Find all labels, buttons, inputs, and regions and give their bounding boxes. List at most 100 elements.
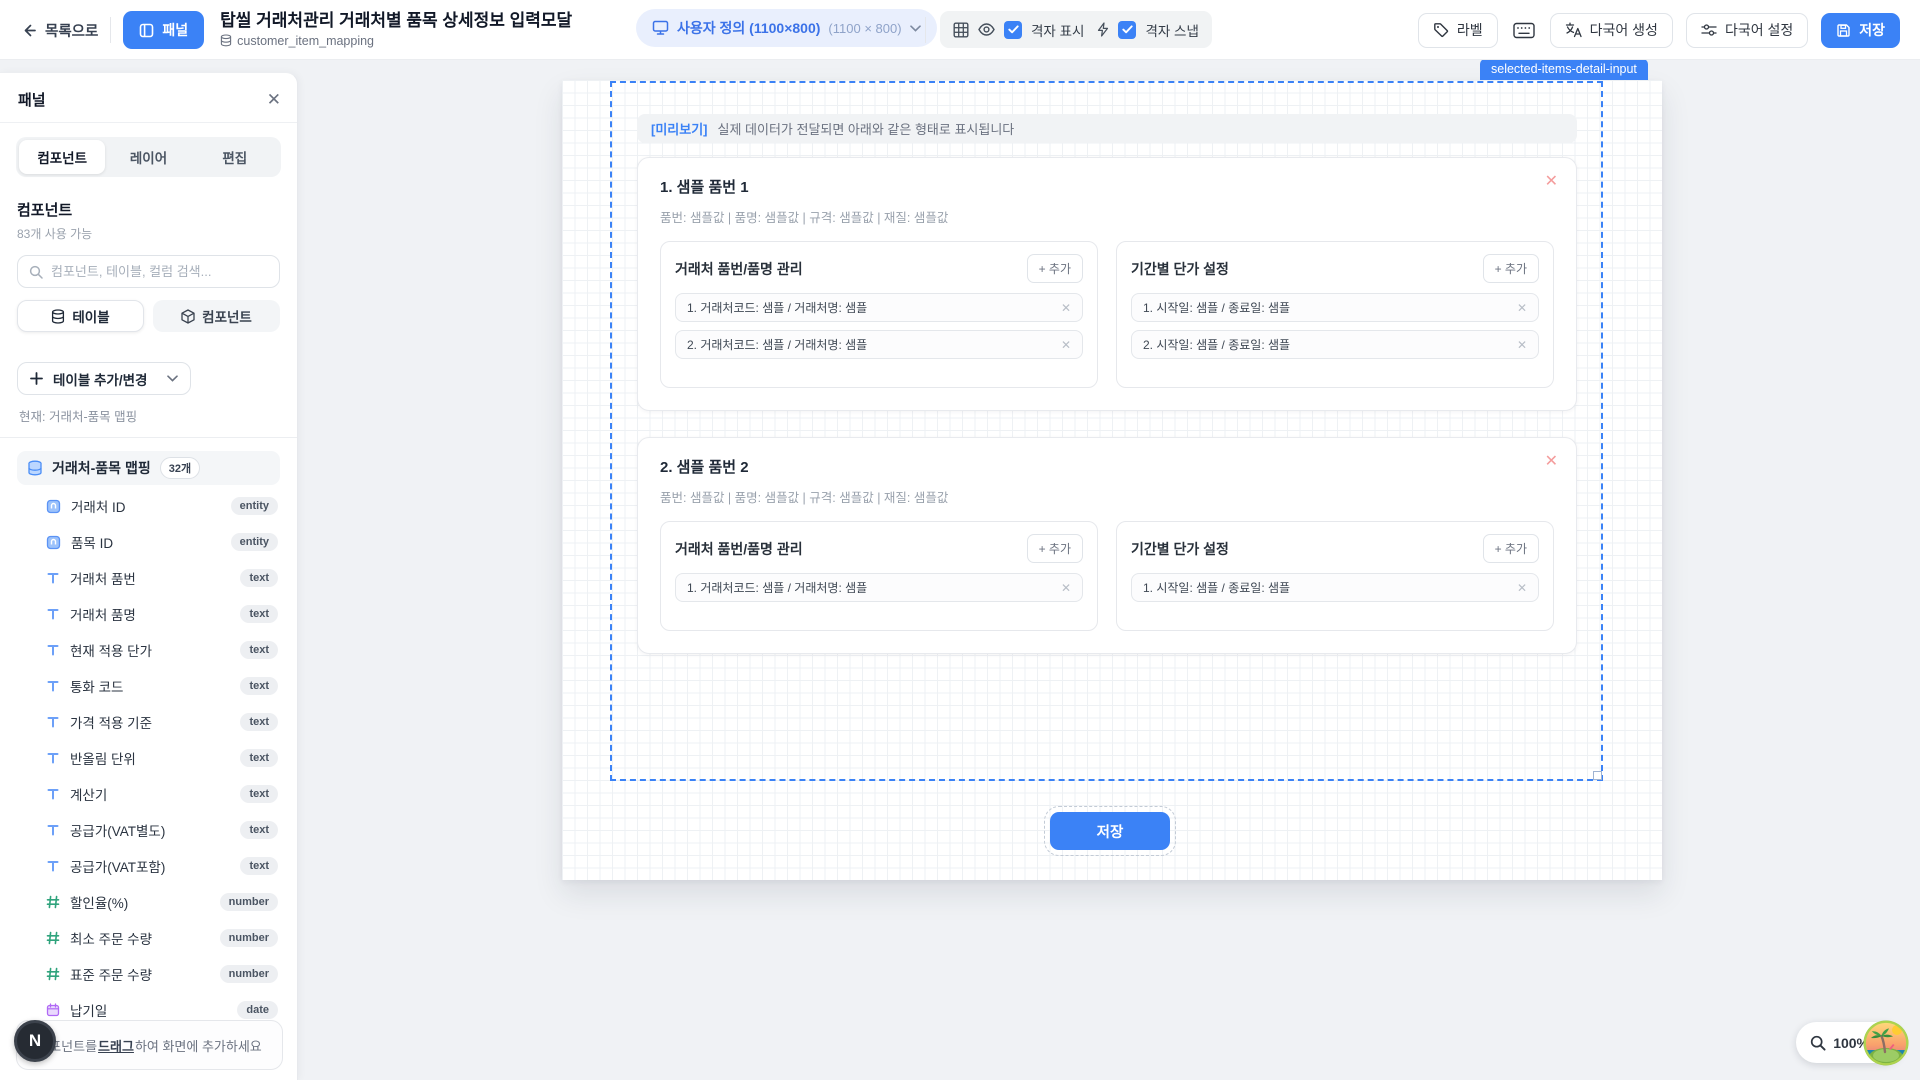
search-icon <box>29 265 43 279</box>
period-price-panel: 기간별 단가 설정 + 추가 1. 시작일: 샘플 / 종료일: 샘플 ✕ 2.… <box>1116 241 1554 388</box>
label-button[interactable]: 라벨 <box>1418 13 1498 48</box>
component-panel-sidebar: 패널 ✕ 컴포넌트 레이어 편집 컴포넌트 83개 사용 가능 테이블 <box>0 72 298 1080</box>
cube-icon <box>181 309 195 324</box>
add-row-button[interactable]: + 추가 <box>1027 534 1083 563</box>
divider <box>925 17 926 43</box>
selected-items-detail-input-component[interactable]: selected-items-detail-input [미리보기] 실제 데이… <box>610 81 1603 781</box>
design-canvas[interactable]: selected-items-detail-input [미리보기] 실제 데이… <box>562 80 1662 880</box>
field-row[interactable]: 반올림 단위 text <box>0 740 297 776</box>
field-row[interactable]: 표준 주문 수량 number <box>0 956 297 992</box>
field-row[interactable]: 최소 주문 수량 number <box>0 920 297 956</box>
remove-row-icon[interactable]: ✕ <box>1061 301 1071 315</box>
components-section-title: 컴포넌트 <box>17 199 280 220</box>
field-type-badge: text <box>240 821 278 839</box>
preview-text: 실제 데이터가 전달되면 아래와 같은 형태로 표시됩니다 <box>718 119 1015 138</box>
field-row[interactable]: 가격 적용 기준 text <box>0 704 297 740</box>
add-change-table-button[interactable]: 테이블 추가/변경 <box>17 362 191 395</box>
tab-components[interactable]: 컴포넌트 <box>19 140 105 174</box>
keyboard-shortcuts-button[interactable] <box>1511 13 1537 48</box>
entity-icon <box>46 535 61 550</box>
panel-toggle-button[interactable]: 패널 <box>123 11 204 49</box>
field-row[interactable]: 거래처 품명 text <box>0 596 297 632</box>
eye-icon[interactable] <box>978 23 995 36</box>
number-type-icon <box>46 931 60 945</box>
add-row-button[interactable]: + 추가 <box>1483 534 1539 563</box>
text-type-icon <box>46 787 60 801</box>
remove-row-icon[interactable]: ✕ <box>1061 338 1071 352</box>
current-table-label: 현재: 거래처-품목 맵핑 <box>19 406 280 425</box>
viewport-size-dropdown[interactable]: 사용자 정의 (1100×800) (1100 × 800) <box>636 9 937 47</box>
grid-show-checkbox[interactable] <box>1004 21 1022 39</box>
table-source-name: customer_item_mapping <box>237 34 374 48</box>
sidebar-tab-bar: 컴포넌트 레이어 편집 <box>16 137 281 177</box>
remove-item-icon[interactable]: ✕ <box>1545 454 1558 470</box>
search-input[interactable] <box>51 264 268 279</box>
preview-badge: [미리보기] <box>651 119 708 138</box>
field-type-badge: number <box>220 929 278 947</box>
item-card-title: 1. 샘플 품번 1 <box>660 176 1554 197</box>
sliders-icon <box>1701 23 1717 37</box>
list-item: 2. 거래처코드: 샘플 / 거래처명: 샘플 ✕ <box>675 330 1083 359</box>
add-row-button[interactable]: + 추가 <box>1027 254 1083 283</box>
field-row[interactable]: 계산기 text <box>0 776 297 812</box>
n-logo-badge[interactable]: N <box>14 1020 56 1062</box>
field-type-badge: text <box>240 677 278 695</box>
filter-components-button[interactable]: 컴포넌트 <box>153 300 280 332</box>
field-type-badge: text <box>240 785 278 803</box>
database-icon <box>51 309 65 324</box>
field-row[interactable]: 공급가(VAT포함) text <box>0 848 297 884</box>
i18n-generate-button[interactable]: 다국어 생성 <box>1550 13 1673 48</box>
remove-row-icon[interactable]: ✕ <box>1517 301 1527 315</box>
tab-layers[interactable]: 레이어 <box>105 140 191 174</box>
components-available-count: 83개 사용 가능 <box>17 225 280 242</box>
list-item: 2. 시작일: 샘플 / 종료일: 샘플 ✕ <box>1131 330 1539 359</box>
add-row-button[interactable]: + 추가 <box>1483 254 1539 283</box>
field-type-badge: text <box>240 749 278 767</box>
grid-icon <box>953 22 969 38</box>
field-row[interactable]: 품목 ID entity <box>0 524 297 560</box>
translate-icon <box>1565 22 1582 38</box>
save-icon <box>1836 23 1851 38</box>
grid-settings-group: 격자 표시 격자 스냅 <box>940 11 1212 48</box>
entity-icon <box>46 499 61 514</box>
remove-row-icon[interactable]: ✕ <box>1517 581 1527 595</box>
field-row[interactable]: 거래처 ID entity <box>0 488 297 524</box>
field-row[interactable]: 할인율(%) number <box>0 884 297 920</box>
number-type-icon <box>46 895 60 909</box>
field-row[interactable]: 거래처 품번 text <box>0 560 297 596</box>
field-type-badge: text <box>240 605 278 623</box>
island-extension-icon[interactable] <box>1862 1019 1910 1067</box>
table-group-header[interactable]: 거래처-품목 맵핑 32개 <box>17 451 280 485</box>
save-button[interactable]: 저장 <box>1821 13 1900 48</box>
divider <box>0 437 297 438</box>
remove-row-icon[interactable]: ✕ <box>1061 581 1071 595</box>
text-type-icon <box>46 751 60 765</box>
field-type-badge: text <box>240 569 278 587</box>
tab-edit[interactable]: 편집 <box>192 140 278 174</box>
field-row[interactable]: 통화 코드 text <box>0 668 297 704</box>
database-icon <box>27 460 43 476</box>
resize-handle[interactable] <box>1593 771 1602 780</box>
component-search <box>17 255 280 288</box>
filter-tables-button[interactable]: 테이블 <box>17 300 144 332</box>
remove-item-icon[interactable]: ✕ <box>1545 174 1558 190</box>
magnifier-icon <box>1810 1035 1826 1051</box>
field-row[interactable]: 현재 적용 단가 text <box>0 632 297 668</box>
i18n-settings-button[interactable]: 다국어 설정 <box>1686 13 1808 48</box>
field-type-badge: entity <box>231 533 278 551</box>
grid-snap-checkbox[interactable] <box>1118 21 1136 39</box>
close-icon[interactable]: ✕ <box>267 91 281 108</box>
table-name: 거래처-품목 맵핑 <box>52 458 151 478</box>
modal-save-button[interactable]: 저장 <box>1050 812 1170 850</box>
back-to-list-button[interactable]: 목록으로 <box>20 20 98 41</box>
list-item: 1. 거래처코드: 샘플 / 거래처명: 샘플 ✕ <box>675 293 1083 322</box>
preview-info-bar: [미리보기] 실제 데이터가 전달되면 아래와 같은 형태로 표시됩니다 <box>637 114 1577 143</box>
item-card-meta: 품번: 샘플값 | 품명: 샘플값 | 규격: 샘플값 | 재질: 샘플값 <box>660 487 1554 506</box>
field-list: 거래처 ID entity 품목 ID entity 거래처 품번 text 거… <box>0 488 297 1064</box>
text-type-icon <box>46 571 60 585</box>
field-row[interactable]: 공급가(VAT별도) text <box>0 812 297 848</box>
field-type-badge: entity <box>231 497 278 515</box>
remove-row-icon[interactable]: ✕ <box>1517 338 1527 352</box>
text-type-icon <box>46 643 60 657</box>
back-arrow-icon <box>20 22 37 39</box>
